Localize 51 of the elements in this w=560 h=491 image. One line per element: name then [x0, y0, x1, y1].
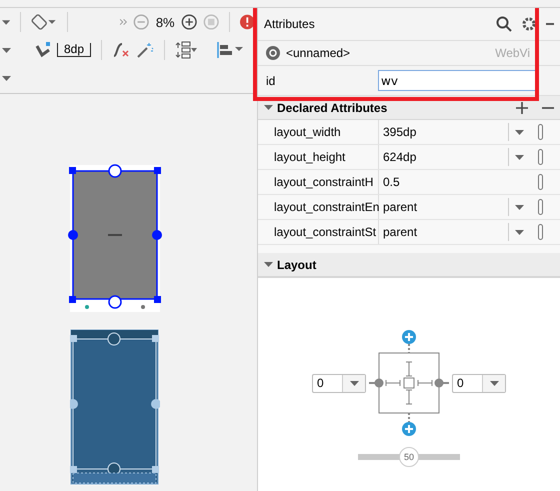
margin-dropdown[interactable]: 0 [312, 374, 366, 392]
reference-icon[interactable] [538, 149, 543, 165]
attribute-value[interactable]: parent [379, 225, 508, 239]
caret-icon [2, 76, 11, 80]
rotate-icon[interactable] [31, 13, 57, 31]
search-icon[interactable] [496, 16, 512, 32]
panel-title: Attributes [264, 17, 316, 31]
distribute-button[interactable] [175, 41, 198, 59]
attribute-name: layout_constraintH [258, 170, 379, 194]
attribute-name: layout_constraintEn [258, 195, 379, 219]
align-button[interactable] [217, 41, 244, 59]
zoom-level: 8% [156, 14, 175, 30]
margin-button[interactable]: 8dp [57, 43, 92, 57]
clear-constraints-icon[interactable] [112, 42, 130, 58]
id-field[interactable]: wv [378, 70, 538, 91]
attribute-value[interactable]: 0.5 [379, 175, 508, 189]
component-class: WebVi [495, 46, 530, 60]
magic-wand-icon[interactable] [136, 42, 154, 58]
minimize-icon[interactable] [546, 22, 554, 26]
caret-icon [2, 48, 11, 52]
attribute-value[interactable]: 395dp [379, 125, 508, 139]
bias-slider[interactable]: 50 [358, 447, 460, 467]
add-constraint-icon[interactable] [402, 422, 416, 436]
overflow-icon[interactable] [120, 18, 128, 26]
settings-icon[interactable] [522, 17, 536, 31]
caret-icon [515, 130, 524, 134]
reference-icon[interactable] [538, 224, 543, 240]
field-label: id [266, 74, 276, 88]
attribute-value[interactable]: 624dp [379, 150, 508, 164]
caret-icon [490, 380, 498, 386]
reference-icon[interactable] [538, 124, 543, 140]
component-name: <unnamed> [286, 46, 352, 60]
slider-thumb[interactable]: 50 [399, 447, 419, 467]
caret-icon [515, 154, 524, 160]
caret-icon [350, 380, 358, 386]
reference-icon[interactable] [538, 199, 543, 215]
zoom-in-icon[interactable] [180, 13, 198, 31]
attribute-value[interactable]: parent [379, 200, 508, 214]
caret-icon [515, 230, 524, 234]
magnet-icon[interactable] [35, 42, 51, 58]
caret-icon [2, 20, 10, 24]
error-icon[interactable] [240, 14, 255, 30]
margin-dropdown[interactable]: 0 [452, 374, 506, 392]
chrome-icon [266, 46, 280, 60]
attribute-name: layout_constraintSt [258, 220, 379, 244]
caret-icon [515, 204, 524, 210]
attribute-name: layout_width [258, 120, 379, 144]
add-icon[interactable] [516, 102, 528, 114]
attribute-name: layout_height [258, 145, 379, 169]
reference-icon[interactable] [538, 174, 543, 190]
add-constraint-icon[interactable] [402, 330, 416, 344]
